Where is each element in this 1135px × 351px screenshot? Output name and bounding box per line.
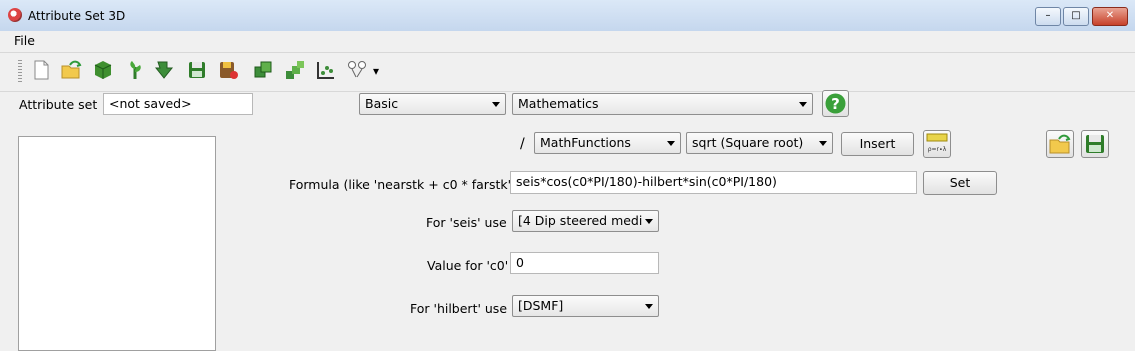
window-title: Attribute Set 3D	[28, 9, 126, 23]
menu-file[interactable]: File	[14, 33, 35, 48]
chevron-down-icon	[819, 141, 827, 146]
attribute-type-combo[interactable]: Mathematics	[512, 93, 813, 115]
hilbert-input-value: [DSMF]	[518, 298, 564, 313]
attribute-set-name-field[interactable]: <not saved>	[103, 93, 253, 115]
network-icon[interactable]	[346, 59, 368, 81]
operator-label: /	[520, 136, 525, 152]
attribute-list[interactable]	[18, 136, 216, 351]
save-icon[interactable]	[186, 59, 208, 81]
c0-value-field[interactable]: 0	[510, 252, 659, 274]
seis-input-combo[interactable]: [4 Dip steered medi	[512, 210, 659, 232]
category-combo[interactable]: Basic	[359, 93, 506, 115]
function-combo[interactable]: sqrt (Square root)	[686, 132, 833, 154]
attribute-type-combo-value: Mathematics	[518, 96, 599, 111]
save-icon	[1086, 135, 1104, 153]
cube-icon[interactable]	[92, 59, 114, 81]
layers-icon[interactable]	[253, 59, 275, 81]
help-icon: ?	[825, 93, 846, 114]
insert-button[interactable]: Insert	[841, 132, 914, 156]
seis-input-label: For 'seis' use	[426, 215, 507, 230]
save-formula-button[interactable]	[1081, 130, 1109, 158]
chevron-down-icon	[645, 304, 653, 309]
menu-bar	[0, 31, 1135, 51]
title-bar	[0, 0, 1135, 32]
close-button[interactable]: ✕	[1092, 7, 1128, 26]
hilbert-input-combo[interactable]: [DSMF]	[512, 295, 659, 317]
chevron-down-icon	[492, 102, 500, 107]
help-button[interactable]: ?	[822, 90, 849, 117]
svg-text:ρ=r∙λ: ρ=r∙λ	[928, 146, 947, 153]
category-combo-value: Basic	[365, 96, 399, 111]
minimize-button[interactable]: –	[1035, 7, 1061, 26]
chevron-down-icon	[645, 219, 653, 224]
function-group-combo[interactable]: MathFunctions	[534, 132, 681, 154]
c0-value-label: Value for 'c0'	[427, 258, 509, 273]
toolbar-dropdown-icon[interactable]: ▾	[373, 64, 379, 78]
open-folder-icon	[1049, 134, 1071, 154]
pyramid-icon[interactable]	[284, 59, 306, 81]
function-group-value: MathFunctions	[540, 135, 631, 150]
set-formula-button[interactable]: Set	[923, 171, 997, 195]
calculator-button[interactable]: ρ=r∙λ	[923, 130, 951, 158]
open-formula-button[interactable]	[1046, 130, 1074, 158]
chart-icon[interactable]	[315, 59, 337, 81]
maximize-button[interactable]: □	[1063, 7, 1089, 26]
app-icon	[8, 8, 22, 22]
open-icon[interactable]	[60, 59, 82, 81]
plant-icon[interactable]	[124, 59, 146, 81]
chevron-down-icon	[667, 141, 675, 146]
toolbar-grip[interactable]	[18, 60, 22, 82]
hilbert-input-label: For 'hilbert' use	[410, 301, 508, 316]
svg-text:?: ?	[831, 95, 840, 113]
formula-input[interactable]: seis*cos(c0*PI/180)-hilbert*sin(c0*PI/18…	[510, 171, 917, 194]
formula-label: Formula (like 'nearstk + c0 * farstk')	[289, 177, 516, 192]
chevron-down-icon	[799, 102, 807, 107]
save-as-icon[interactable]	[217, 59, 239, 81]
formula-calc-icon: ρ=r∙λ	[926, 133, 948, 153]
function-combo-value: sqrt (Square root)	[692, 135, 804, 150]
seis-input-value: [4 Dip steered medi	[518, 213, 643, 228]
new-icon[interactable]	[30, 59, 52, 81]
attribute-set-label: Attribute set	[19, 97, 98, 112]
arrow-down-icon[interactable]	[155, 59, 177, 81]
